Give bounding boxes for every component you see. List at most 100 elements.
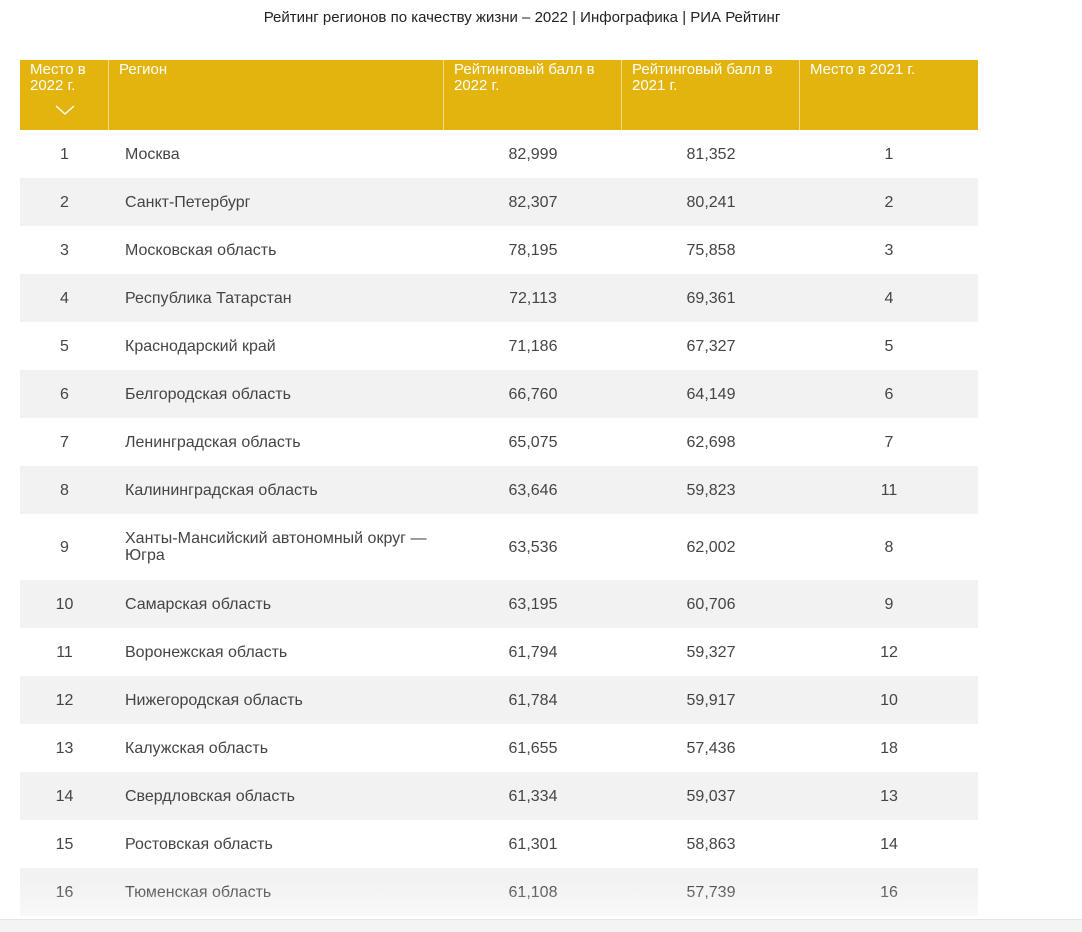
cell-score-2022: 78,195 (508, 241, 558, 259)
cell-score-2022: 61,784 (508, 691, 558, 709)
cell-score-2021: 69,361 (686, 289, 736, 307)
chevron-down-icon[interactable] (55, 104, 75, 116)
cell-score-2021: 62,002 (686, 538, 736, 556)
table-row: 9 Ханты-Мансийский автономный округ — Югр… (20, 514, 978, 580)
cell-place-2021: 18 (880, 739, 898, 757)
cell-place-2022: 11 (56, 643, 73, 661)
cell-place-2022: 13 (55, 739, 74, 757)
cell-region: Самарская область (125, 595, 272, 613)
cell-place-2022: 15 (55, 835, 74, 853)
cell-region: Санкт-Петербург (125, 193, 251, 211)
header-score-2021[interactable]: Рейтинговый балл в 2021 г. (622, 60, 800, 130)
cell-place-2022: 3 (60, 241, 69, 259)
cell-region: Краснодарский край (125, 337, 276, 355)
cell-place-2021: 4 (884, 289, 894, 307)
header-region[interactable]: Регион (109, 60, 444, 130)
cell-score-2021: 81,352 (686, 145, 736, 163)
table-row: 16 Тюменская область 61,108 57,739 16 (20, 868, 978, 916)
page-title: Рейтинг регионов по качеству жизни – 202… (263, 9, 781, 26)
table-row: 5 Краснодарский край 71,186 67,327 5 (20, 322, 978, 370)
cell-score-2022: 66,760 (508, 385, 558, 403)
table-row: 2 Санкт-Петербург 82,307 80,241 2 (20, 178, 978, 226)
table-body: 1 Москва 82,999 81,352 1 2 Санкт-Петербург 82,3… (20, 130, 978, 916)
header-label: Место в 2021 г. (810, 61, 916, 78)
cell-score-2021: 67,327 (686, 337, 736, 355)
cell-place-2021: 5 (884, 337, 894, 355)
cell-place-2021: 12 (880, 643, 898, 661)
table-header: Место в 2022 г. Регион Рейтинговый балл … (20, 60, 978, 130)
cell-score-2022: 61,301 (508, 835, 558, 853)
cell-score-2021: 58,863 (686, 835, 736, 853)
cell-place-2022: 9 (60, 538, 69, 556)
cell-score-2022: 65,075 (508, 433, 558, 451)
cell-place-2022: 4 (60, 289, 69, 307)
cell-place-2022: 8 (60, 481, 69, 499)
header-score-2022[interactable]: Рейтинговый балл в 2022 г. (444, 60, 622, 130)
cell-score-2022: 61,334 (508, 787, 558, 805)
cell-place-2022: 2 (60, 193, 69, 211)
table-row: 8 Калининградская область 63,646 59,823 11 (20, 466, 978, 514)
rating-table[interactable]: Место в 2022 г. Регион Рейтинговый балл … (20, 60, 978, 920)
cell-score-2021: 57,436 (686, 739, 736, 757)
cell-score-2021: 60,706 (686, 595, 736, 613)
cell-score-2021: 75,858 (686, 241, 736, 259)
header-label: Место в 2022 г. (30, 61, 86, 94)
cell-region: Калининградская область (125, 481, 318, 499)
cell-place-2021: 9 (884, 595, 894, 613)
cell-place-2021: 6 (884, 385, 894, 403)
cell-score-2022: 82,307 (508, 193, 558, 211)
cell-score-2021: 59,037 (686, 787, 736, 805)
table-row: 13 Калужская область 61,655 57,436 18 (20, 724, 978, 772)
cell-place-2022: 6 (60, 385, 69, 403)
table-row: 4 Республика Татарстан 72,113 69,361 4 (20, 274, 978, 322)
header-place-2021[interactable]: Место в 2021 г. (800, 60, 978, 130)
cell-place-2022: 14 (55, 787, 74, 805)
cell-score-2021: 80,241 (686, 193, 736, 211)
table-row: 11 Воронежская область 61,794 59,327 12 (20, 628, 978, 676)
cell-place-2022: 12 (55, 691, 74, 709)
cell-place-2022: 1 (60, 145, 69, 163)
cell-region: Москва (125, 145, 180, 163)
cell-score-2021: 64,149 (686, 385, 736, 403)
header-label: Рейтинговый балл в 2021 г. (632, 61, 773, 94)
cell-score-2022: 61,655 (508, 739, 558, 757)
cell-region: Ленинградская область (125, 433, 301, 451)
cell-place-2021: 10 (880, 691, 898, 709)
cell-region: Московская область (125, 241, 277, 259)
cell-place-2021: 7 (884, 433, 894, 451)
cell-score-2022: 63,536 (508, 538, 558, 556)
bottom-bar (0, 919, 1082, 932)
cell-region: Тюменская область (125, 883, 272, 901)
cell-score-2022: 63,195 (508, 595, 558, 613)
table-row: 10 Самарская область 63,195 60,706 9 (20, 580, 978, 628)
cell-place-2021: 14 (880, 835, 898, 853)
cell-region: Нижегородская область (125, 691, 303, 709)
cell-score-2021: 59,823 (686, 481, 736, 499)
table-row: 15 Ростовская область 61,301 58,863 14 (20, 820, 978, 868)
cell-score-2021: 59,327 (686, 643, 736, 661)
cell-place-2022: 16 (55, 883, 74, 901)
page: Рейтинг регионов по качеству жизни – 202… (0, 0, 1082, 932)
table-row: 7 Ленинградская область 65,075 62,698 7 (20, 418, 978, 466)
header-place-2022[interactable]: Место в 2022 г. (20, 60, 109, 130)
cell-place-2022: 10 (55, 595, 74, 613)
cell-region: Ханты-Мансийский автономный округ — Югра (125, 530, 427, 564)
table-row: 6 Белгородская область 66,760 64,149 6 (20, 370, 978, 418)
table-row: 12 Нижегородская область 61,784 59,917 10 (20, 676, 978, 724)
cell-score-2021: 59,917 (686, 691, 736, 709)
cell-place-2021: 3 (884, 241, 894, 259)
cell-place-2021: 16 (880, 883, 898, 901)
cell-place-2022: 5 (60, 337, 69, 355)
table-row: 1 Москва 82,999 81,352 1 (20, 130, 978, 178)
cell-score-2022: 72,113 (509, 289, 557, 307)
cell-score-2021: 57,739 (686, 883, 736, 901)
cell-score-2022: 61,108 (508, 883, 558, 901)
cell-place-2021: 13 (880, 787, 898, 805)
cell-region: Республика Татарстан (125, 289, 292, 307)
cell-score-2022: 63,646 (508, 481, 558, 499)
header-label: Рейтинговый балл в 2022 г. (454, 61, 595, 94)
cell-region: Калужская область (125, 739, 269, 757)
table-row: 14 Свердловская область 61,334 59,037 13 (20, 772, 978, 820)
cell-region: Свердловская область (125, 787, 295, 805)
cell-score-2022: 82,999 (508, 145, 558, 163)
